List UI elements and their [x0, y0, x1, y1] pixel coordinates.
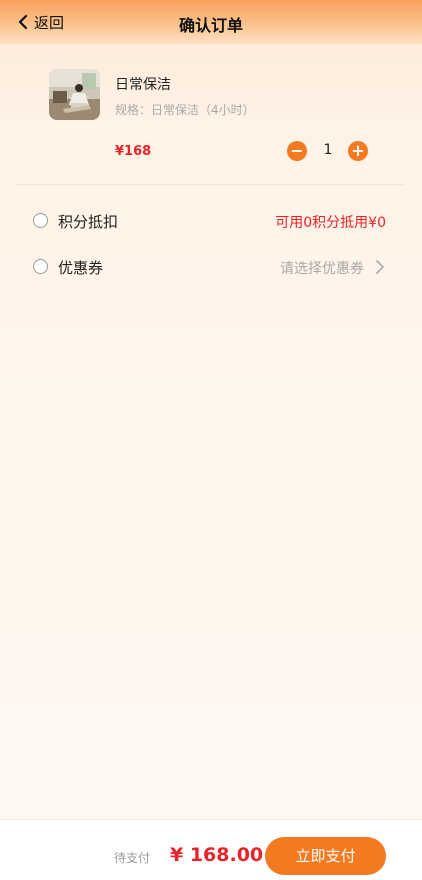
points-radio[interactable]	[33, 213, 48, 228]
checkout-bar: 待支付 ¥ 168.00 立即支付	[0, 819, 422, 880]
points-available-text: 可用0积分抵用¥0	[275, 215, 386, 231]
coupon-label: 优惠券	[58, 259, 104, 277]
product-card: 日常保洁 规格：日常保洁（4小时） ¥168 − 1 +	[0, 60, 422, 184]
total-amount: ¥ 168.00	[170, 844, 264, 866]
top-bar: 返回 确认订单	[0, 0, 422, 44]
coupon-select-link[interactable]: 请选择优惠券	[280, 258, 364, 278]
quantity-minus-button[interactable]: −	[287, 141, 307, 161]
product-name: 日常保洁	[115, 77, 171, 93]
quantity-stepper: − 1 +	[287, 140, 371, 162]
product-thumbnail	[49, 69, 100, 120]
page-title: 确认订单	[178, 16, 243, 35]
chevron-right-icon	[376, 260, 384, 274]
points-label: 积分抵扣	[58, 213, 119, 231]
product-price: ¥168	[115, 144, 152, 159]
quantity-value: 1	[323, 142, 333, 158]
coupon-radio[interactable]	[33, 259, 48, 274]
quantity-plus-button[interactable]: +	[348, 141, 368, 161]
points-deduction-row[interactable]: 积分抵扣 可用0积分抵用¥0	[0, 208, 422, 236]
product-spec: 规格：日常保洁（4小时）	[115, 103, 255, 117]
pay-now-button[interactable]: 立即支付	[265, 837, 386, 875]
coupon-row[interactable]: 优惠券 请选择优惠券	[0, 254, 422, 282]
pay-hint: 待支付	[114, 851, 151, 865]
section-divider	[16, 184, 404, 185]
